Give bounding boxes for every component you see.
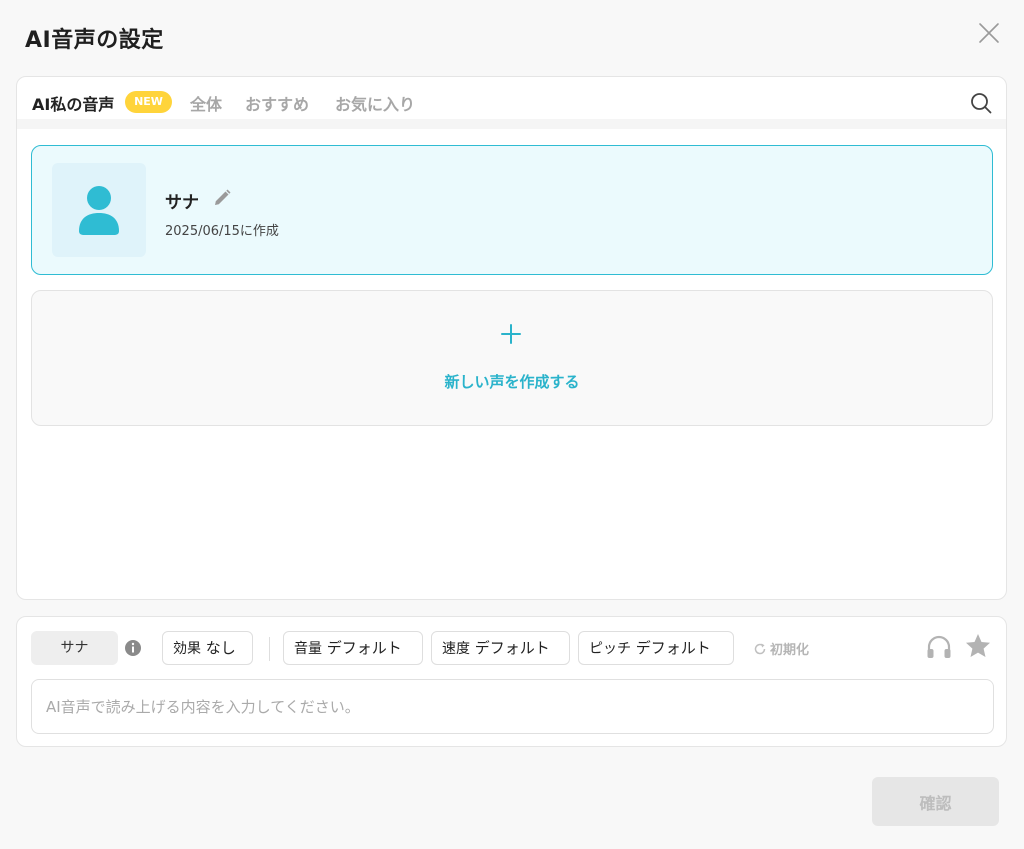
voice-card-sana[interactable]: サナ 2025/06/15に作成 <box>31 145 993 275</box>
volume-value: デフォルト <box>326 639 402 657</box>
create-voice-label: 新しい声を作成する <box>444 373 580 391</box>
speed-value: デフォルト <box>474 639 550 657</box>
voice-name: サナ <box>165 193 199 213</box>
dialog-title: AI音声の設定 <box>25 28 164 53</box>
new-badge: NEW <box>125 91 172 113</box>
volume-button[interactable]: 音量 デフォルト <box>283 631 423 665</box>
person-icon <box>79 186 119 235</box>
create-voice-button[interactable]: 新しい声を作成する <box>31 290 993 426</box>
tab-recommended[interactable]: おすすめ <box>245 91 309 115</box>
star-icon[interactable] <box>963 631 993 661</box>
tabs-divider <box>17 119 1006 129</box>
speed-button[interactable]: 速度 デフォルト <box>431 631 570 665</box>
voice-settings-dialog: AI音声の設定 AI私の音声 NEW 全体 おすすめ お気に入り サナ 2025… <box>0 0 1024 849</box>
voice-created-date: 2025/06/15に作成 <box>165 224 279 239</box>
effect-key: 効果 <box>173 641 201 657</box>
reset-button[interactable]: 初期化 <box>753 639 809 658</box>
pitch-value: デフォルト <box>635 639 711 657</box>
pitch-button[interactable]: ピッチ デフォルト <box>578 631 734 665</box>
confirm-button[interactable]: 確認 <box>872 777 999 826</box>
refresh-icon <box>754 643 766 655</box>
voice-list-panel: AI私の音声 NEW 全体 おすすめ お気に入り サナ 2025/06/15に作… <box>16 76 1007 600</box>
speed-key: 速度 <box>442 641 470 657</box>
pitch-key: ピッチ <box>589 641 631 657</box>
search-icon[interactable] <box>969 91 993 115</box>
volume-key: 音量 <box>294 641 322 657</box>
selected-voice-chip[interactable]: サナ <box>31 631 118 665</box>
tab-my-voice[interactable]: AI私の音声 <box>32 91 114 115</box>
close-icon <box>979 23 999 43</box>
reset-label: 初期化 <box>770 643 810 658</box>
voice-control-panel: サナ 効果 なし 音量 デフォルト 速度 デフォルト ピッチ デフォルト 初期化… <box>16 616 1007 747</box>
voice-tabs: AI私の音声 NEW 全体 おすすめ お気に入り <box>17 77 1006 121</box>
effect-value: なし <box>205 639 236 657</box>
tts-text-input[interactable] <box>31 679 994 734</box>
divider <box>269 637 270 661</box>
info-icon[interactable] <box>124 639 142 657</box>
close-button[interactable] <box>974 18 1004 48</box>
pencil-icon[interactable] <box>212 188 232 208</box>
headphone-icon[interactable] <box>925 633 953 661</box>
tab-favorites[interactable]: お気に入り <box>335 91 415 115</box>
tab-all[interactable]: 全体 <box>190 91 222 115</box>
effect-button[interactable]: 効果 なし <box>162 631 253 665</box>
avatar <box>52 163 146 257</box>
plus-icon <box>501 324 521 344</box>
